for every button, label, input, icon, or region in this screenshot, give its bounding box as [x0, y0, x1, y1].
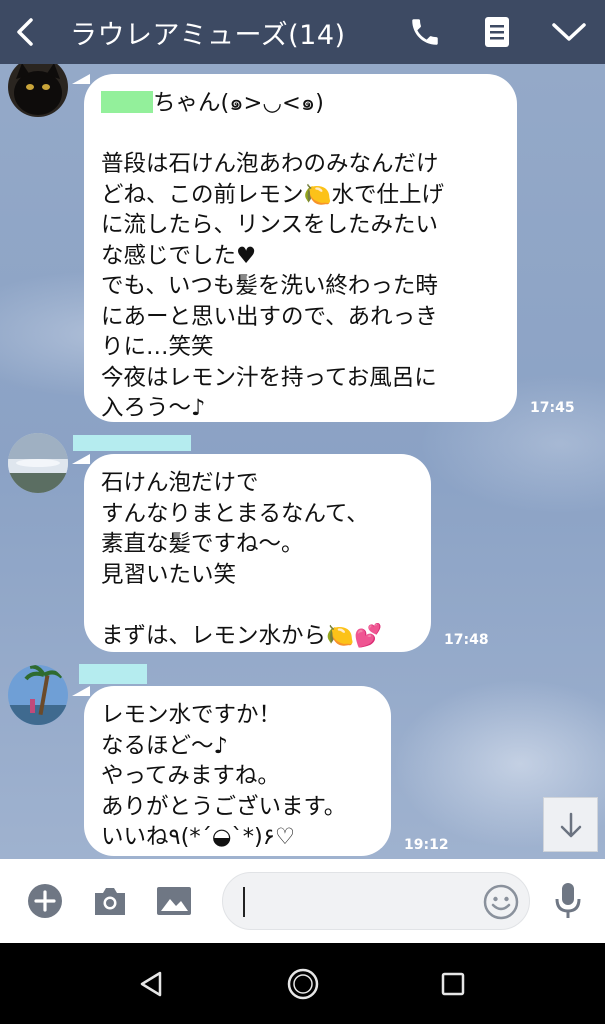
camera-icon [95, 888, 125, 915]
bubble-tail [72, 686, 90, 696]
avatar-image [8, 64, 68, 117]
message-line: 普段は石けん泡あわのみなんだけ [101, 151, 439, 177]
nav-recents-button[interactable] [433, 964, 473, 1004]
message-bubble[interactable]: ちゃん(๑>◡<๑) 普段は石けん泡あわのみなんだけ どね、この前レモン🍋水で仕… [84, 74, 517, 422]
image-button[interactable] [154, 881, 194, 921]
sender-name-redacted [73, 435, 191, 451]
message-line: に流したら、リンスをしたみたい [101, 212, 439, 238]
message-input-bar [0, 859, 605, 943]
message-line: りに…笑笑 [101, 334, 214, 360]
message-input[interactable] [222, 872, 530, 930]
message-line: にあーと思い出すので、あれっき [101, 303, 438, 330]
chat-title: ラウレアミューズ(14) [70, 19, 346, 51]
chat-header: ラウレアミューズ(14) [0, 0, 605, 64]
notes-icon [485, 17, 509, 47]
avatar-palm[interactable] [8, 665, 68, 725]
sender-name-redacted [79, 664, 147, 684]
message-timestamp: 17:48 [444, 632, 489, 648]
scroll-to-bottom-button[interactable] [543, 797, 598, 852]
message-bubble[interactable]: 石けん泡だけで すんなりまとまるなんて、 素直な髪ですね〜。 見習いたい笑 まず… [84, 454, 431, 652]
menu-toggle-button[interactable] [533, 0, 605, 64]
nav-back-button[interactable] [131, 964, 171, 1004]
circle-home-icon [287, 968, 319, 1000]
phone-icon [412, 19, 438, 45]
message-line: 今夜はレモン汁を持ってお風呂に [101, 364, 437, 391]
image-icon [157, 887, 191, 915]
add-button[interactable] [25, 881, 65, 921]
message-line: まずは、レモン水から🍋💕 [101, 622, 383, 649]
avatar-sea[interactable] [8, 433, 68, 493]
message-line: なるほど〜♪ [101, 732, 228, 759]
arrow-down-icon [560, 812, 581, 837]
message-line: どね、この前レモン🍋水で仕上げ [101, 181, 445, 208]
message-line: でも、いつも髪を洗い終わった時 [101, 273, 438, 299]
message-line: ありがとうございます。 [101, 793, 347, 820]
back-icon [17, 18, 33, 46]
nav-home-button[interactable] [283, 964, 323, 1004]
message-line: 石けん泡だけで [101, 470, 259, 496]
message-line: すんなりまとまるなんて、 [101, 500, 369, 527]
bubble-tail [72, 74, 90, 84]
message-bubble[interactable]: レモン水ですか！ なるほど〜♪ やってみますね。 ありがとうございます。 いいね… [84, 686, 391, 856]
square-recents-icon [441, 972, 465, 996]
avatar-cat[interactable] [8, 64, 68, 117]
camera-button[interactable] [90, 881, 130, 921]
triangle-back-icon [140, 971, 162, 997]
system-navigation-bar [0, 943, 605, 1024]
back-button[interactable] [0, 0, 50, 64]
notes-button[interactable] [461, 0, 533, 64]
emoji-icon [483, 884, 519, 920]
message-line: な感じでした♥ [101, 242, 257, 269]
mic-icon [555, 883, 581, 918]
message-timestamp: 19:12 [404, 837, 449, 853]
emoji-button[interactable] [483, 884, 519, 924]
text-caret [243, 887, 245, 917]
call-button[interactable] [389, 0, 461, 64]
add-icon [28, 884, 62, 918]
message-line: レモン水ですか！ [101, 702, 282, 728]
mention-highlight [101, 91, 153, 113]
bubble-tail [72, 454, 90, 464]
chevron-down-icon [552, 23, 586, 41]
chat-area[interactable]: ちゃん(๑>◡<๑) 普段は石けん泡あわのみなんだけ どね、この前レモン🍋水で仕… [0, 64, 605, 859]
voice-button[interactable] [548, 881, 588, 921]
message-line: いいね٩(*´◒`*)۶♡ [101, 824, 296, 850]
avatar-image [8, 665, 68, 725]
message-line: 見習いたい笑 [101, 561, 237, 588]
message-timestamp: 17:45 [530, 400, 575, 416]
message-line: やってみますね。 [101, 763, 280, 789]
message-line: 素直な髪ですね〜。 [101, 531, 304, 557]
avatar-image [8, 433, 68, 493]
message-line: 入ろう〜♪ [101, 395, 206, 421]
message-line: ちゃん(๑>◡<๑) [153, 90, 324, 116]
